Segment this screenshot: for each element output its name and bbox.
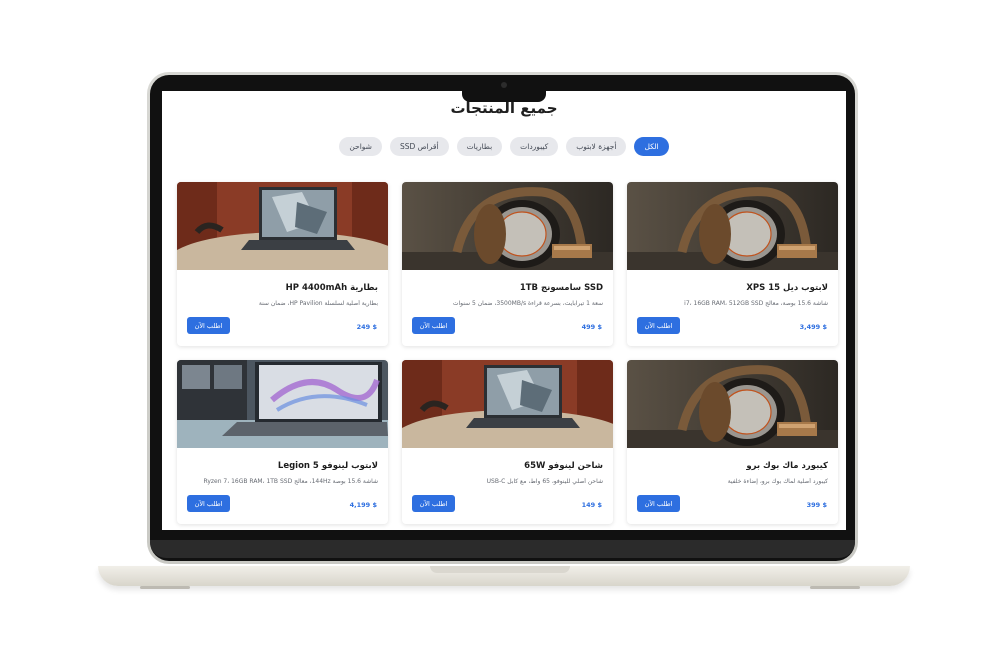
product-image[interactable] [177,360,388,448]
laptop-mockup: جميع المنتجات الكل أجهزة لابتوب كيبوردات… [0,0,1000,666]
headphones-photo [402,182,613,270]
product-card[interactable]: لابتوب ديل XPS 15 شاشة 15.6 بوصة، معالج … [627,182,838,346]
laptop-foot-left [140,586,190,589]
filter-chargers[interactable]: شواحن [339,137,382,156]
laptop-base-notch [430,566,570,573]
product-price: $ 499 [581,323,602,331]
product-title[interactable]: كيبورد ماك بوك برو [746,461,828,471]
screen-notch [462,90,546,102]
screen: جميع المنتجات الكل أجهزة لابتوب كيبوردات… [162,91,846,530]
filter-laptops[interactable]: أجهزة لابتوب [566,137,627,156]
product-grid: لابتوب ديل XPS 15 شاشة 15.6 بوصة، معالج … [177,182,838,524]
order-now-button[interactable]: اطلب الآن [187,495,230,512]
product-image[interactable] [177,182,388,270]
laptop-desk-photo [177,182,388,270]
product-card[interactable]: SSD سامسونج 1TB سعة 1 تيرابايت، بسرعة قر… [402,182,613,346]
filter-batteries[interactable]: بطاريات [456,137,503,156]
product-title[interactable]: بطارية HP 4400mAh [286,283,378,293]
product-description: شاحن أصلي للينوفو، 65 واط، مع كابل USB-C [486,478,603,485]
product-title[interactable]: لابتوب لينوفو Legion 5 [278,461,378,471]
product-card[interactable]: شاحن لينوفو 65W شاحن أصلي للينوفو، 65 وا… [402,360,613,524]
laptop-desk-photo [402,360,613,448]
product-title[interactable]: SSD سامسونج 1TB [520,283,603,293]
product-image[interactable] [627,182,838,270]
product-card[interactable]: لابتوب لينوفو Legion 5 شاشة 15.6 بوصة 14… [177,360,388,524]
product-description: شاشة 15.6 بوصة، معالج i7، 16GB RAM، 512G… [684,300,828,307]
product-card[interactable]: كيبورد ماك بوك برو كيبورد أصلية لماك بوك… [627,360,838,524]
order-now-button[interactable]: اطلب الآن [187,317,230,334]
product-description: كيبورد أصلية لماك بوك برو، إضاءة خلفية [727,478,828,485]
headphones-photo [627,360,838,448]
product-price: $ 4,199 [349,501,377,509]
product-description: بطارية أصلية لسلسلة HP Pavilion، ضمان سن… [258,300,378,307]
order-now-button[interactable]: اطلب الآن [412,317,455,334]
camera-icon [501,82,507,88]
product-card[interactable]: بطارية HP 4400mAh بطارية أصلية لسلسلة HP… [177,182,388,346]
order-now-button[interactable]: اطلب الآن [637,495,680,512]
product-image[interactable] [402,182,613,270]
laptop-foot-right [810,586,860,589]
category-filters: الكل أجهزة لابتوب كيبوردات بطاريات أقراص… [162,137,846,156]
laptop-hinge [150,540,855,558]
order-now-button[interactable]: اطلب الآن [637,317,680,334]
product-price: $ 3,499 [799,323,827,331]
product-title[interactable]: شاحن لينوفو 65W [524,461,603,471]
filter-all[interactable]: الكل [634,137,669,156]
filter-ssd[interactable]: أقراص SSD [389,137,449,156]
product-price: $ 149 [581,501,602,509]
product-image[interactable] [627,360,838,448]
order-now-button[interactable]: اطلب الآن [412,495,455,512]
product-image[interactable] [402,360,613,448]
product-title[interactable]: لابتوب ديل XPS 15 [746,283,828,293]
product-price: $ 399 [806,501,827,509]
laptop-window-photo [177,360,388,448]
headphones-photo [627,182,838,270]
product-description: سعة 1 تيرابايت، بسرعة قراءة 3500MB/s، ضم… [452,300,603,307]
product-description: شاشة 15.6 بوصة 144Hz، معالج Ryzen 7، 16G… [203,478,378,485]
product-price: $ 249 [356,323,377,331]
filter-keyboards[interactable]: كيبوردات [510,137,559,156]
